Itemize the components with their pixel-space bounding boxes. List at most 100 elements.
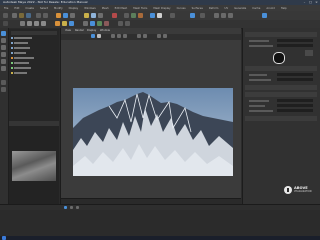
close-icon[interactable]: × <box>315 1 318 4</box>
gamma-icon[interactable] <box>163 34 167 38</box>
ipr-render-icon[interactable] <box>138 13 143 18</box>
menu-arnold[interactable]: Arnold <box>266 7 274 10</box>
section-header[interactable] <box>245 92 317 97</box>
snap-curve-icon[interactable] <box>91 13 96 18</box>
attribute-editor-toggle-icon[interactable] <box>221 13 226 18</box>
menu-cache[interactable]: Cache <box>252 7 260 10</box>
menu-mesh[interactable]: Mesh <box>102 7 109 10</box>
menu-mesh-display[interactable]: Mesh Display <box>153 7 170 10</box>
menu-help[interactable]: Help <box>281 7 287 10</box>
material-icon[interactable] <box>83 21 88 26</box>
outliner-item[interactable] <box>11 37 32 41</box>
menu-curves[interactable]: Curves <box>177 7 186 10</box>
outliner-search-field[interactable] <box>11 31 57 35</box>
render-frame-icon[interactable] <box>131 13 136 18</box>
attribute-field[interactable] <box>277 104 313 107</box>
standin-icon[interactable] <box>97 21 102 26</box>
menu-surfaces[interactable]: Surfaces <box>192 7 203 10</box>
section-header[interactable] <box>245 85 317 90</box>
attribute-field[interactable] <box>277 99 313 102</box>
scale-tool-icon[interactable] <box>1 66 6 71</box>
sign-in-icon[interactable] <box>190 13 195 18</box>
undo-icon[interactable] <box>36 13 41 18</box>
select-by-hierarchy-icon[interactable] <box>56 13 61 18</box>
lasso-tool-icon[interactable] <box>1 38 6 43</box>
outliner-item[interactable] <box>11 72 27 76</box>
live-surface-icon[interactable] <box>170 13 175 18</box>
paint-select-icon[interactable] <box>1 45 6 50</box>
layout-single-icon[interactable] <box>1 80 6 85</box>
new-scene-icon[interactable] <box>12 13 17 18</box>
keep-image-icon[interactable] <box>117 34 121 38</box>
outliner-item[interactable] <box>11 52 26 56</box>
menu-select[interactable]: Select <box>40 7 48 10</box>
sphere-icon[interactable] <box>27 21 32 26</box>
start-icon[interactable] <box>2 236 6 240</box>
cylinder-icon[interactable] <box>41 21 46 26</box>
txt-manager-icon[interactable] <box>125 21 130 26</box>
menu-create[interactable]: Create <box>25 7 34 10</box>
attribute-field[interactable] <box>277 109 313 112</box>
volume-icon[interactable] <box>104 21 109 26</box>
rgb-channel-icon[interactable] <box>137 34 141 38</box>
attribute-field[interactable] <box>277 44 313 47</box>
menu-mesh-tools[interactable]: Mesh Tools <box>133 7 147 10</box>
menu-set-icon[interactable] <box>3 13 8 18</box>
menu-windows[interactable]: Windows <box>84 7 96 10</box>
menu-uv[interactable]: UV <box>224 7 228 10</box>
open-scene-icon[interactable] <box>19 13 24 18</box>
outliner-item[interactable] <box>11 47 30 51</box>
outliner-item[interactable] <box>11 62 29 66</box>
search-icon[interactable] <box>262 13 267 18</box>
menu-file[interactable]: File <box>4 7 8 10</box>
camera-icon[interactable] <box>69 21 74 26</box>
alpha-channel-icon[interactable] <box>143 34 147 38</box>
channel-box-toggle-icon[interactable] <box>214 13 219 18</box>
sky-preview-swatch[interactable] <box>273 52 285 64</box>
outliner-item[interactable] <box>11 57 34 61</box>
outliner-item[interactable] <box>11 67 31 71</box>
hypershade-icon[interactable] <box>150 13 155 18</box>
save-scene-icon[interactable] <box>26 13 31 18</box>
section-header[interactable] <box>245 66 317 71</box>
select-tool-icon[interactable] <box>1 31 6 36</box>
flush-cache-icon[interactable] <box>118 21 123 26</box>
cube-icon[interactable] <box>34 21 39 26</box>
remove-image-icon[interactable] <box>123 34 127 38</box>
render-viewport[interactable] <box>61 40 241 198</box>
menu-generate[interactable]: Generate <box>234 7 246 10</box>
attribute-editor-tab[interactable] <box>245 32 317 37</box>
menu-edit[interactable]: Edit <box>14 7 19 10</box>
menu-display[interactable]: Display <box>69 7 79 10</box>
attribute-field[interactable] <box>277 78 313 81</box>
rotate-tool-icon[interactable] <box>1 59 6 64</box>
arnold-render-view-icon[interactable] <box>157 13 162 18</box>
move-tool-icon[interactable] <box>1 52 6 57</box>
select-by-object-icon[interactable] <box>63 13 68 18</box>
menu-deform[interactable]: Deform <box>209 7 219 10</box>
menu-edit-mesh[interactable]: Edit Mesh <box>115 7 128 10</box>
ipr-icon[interactable] <box>97 34 101 38</box>
layout-four-icon[interactable] <box>1 87 6 92</box>
section-header[interactable] <box>245 116 317 121</box>
curve-tool-icon[interactable] <box>20 21 25 26</box>
sky-dome-light-icon[interactable] <box>62 21 67 26</box>
light-icon[interactable] <box>55 21 60 26</box>
snapshot-icon[interactable] <box>111 34 115 38</box>
shelf-tab-icon[interactable] <box>3 21 8 26</box>
render-settings-icon[interactable] <box>124 13 129 18</box>
snap-point-icon[interactable] <box>98 13 103 18</box>
minimize-icon[interactable]: – <box>303 1 306 4</box>
render-icon[interactable] <box>91 34 95 38</box>
history-icon[interactable] <box>112 13 117 18</box>
attribute-field[interactable] <box>277 39 313 42</box>
render-view-icon[interactable] <box>90 21 95 26</box>
workspace-icon[interactable] <box>200 13 205 18</box>
menu-modify[interactable]: Modify <box>54 7 63 10</box>
tool-settings-toggle-icon[interactable] <box>228 13 233 18</box>
reload-icon[interactable] <box>305 50 313 56</box>
outliner-item[interactable] <box>11 42 28 46</box>
redo-icon[interactable] <box>43 13 48 18</box>
select-by-component-icon[interactable] <box>70 13 75 18</box>
snap-grid-icon[interactable] <box>84 13 89 18</box>
